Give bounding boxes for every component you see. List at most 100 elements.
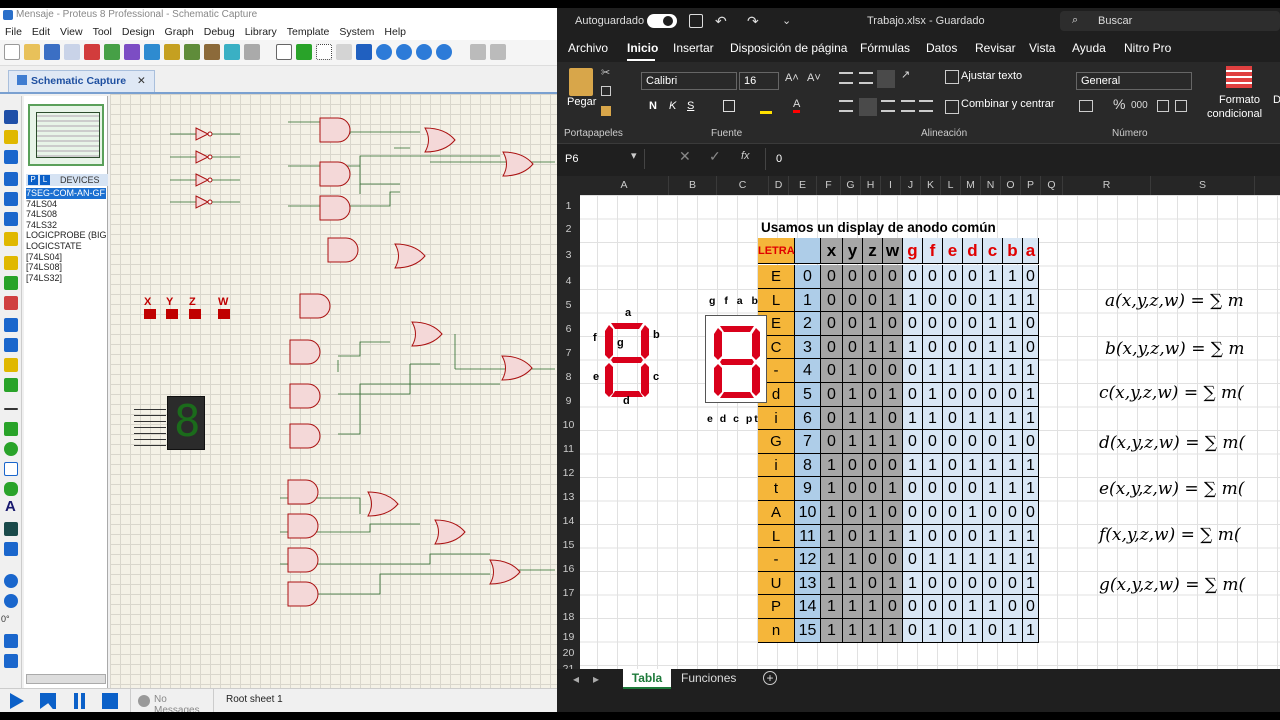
ribbon-tab-datos[interactable]: Datos xyxy=(926,34,957,62)
graph-icon[interactable] xyxy=(4,296,18,310)
voltage-probe-icon[interactable] xyxy=(4,358,18,372)
tab-schematic-capture[interactable]: Schematic Capture ✕ xyxy=(8,70,155,92)
table-cell[interactable]: 0 xyxy=(821,312,843,336)
row-header[interactable]: 20 xyxy=(557,645,580,661)
zoom-out-icon[interactable] xyxy=(396,44,412,60)
row-header[interactable]: 14 xyxy=(557,509,580,533)
table-cell[interactable]: 9 xyxy=(795,477,821,501)
currency-icon[interactable] xyxy=(1079,100,1093,112)
table-cell[interactable]: 0 xyxy=(963,571,983,596)
selection-mode-icon[interactable] xyxy=(4,110,18,124)
table-cell[interactable]: 0 xyxy=(903,383,923,407)
table-cell[interactable]: 1 xyxy=(1003,548,1023,572)
table-cell[interactable]: 0 xyxy=(923,430,943,454)
conditional-format-icon[interactable] xyxy=(1226,66,1252,88)
stop-icon[interactable] xyxy=(102,693,118,709)
table-cell[interactable]: 1 xyxy=(1023,619,1039,643)
table-cell[interactable]: 1 xyxy=(1023,359,1039,383)
table-cell[interactable]: 0 xyxy=(963,477,983,501)
table-cell[interactable]: 0 xyxy=(943,288,963,313)
table-cell[interactable]: 1 xyxy=(863,501,883,525)
table-cell[interactable]: 0 xyxy=(943,453,963,478)
table-cell[interactable]: 1 xyxy=(1003,524,1023,549)
column-header-g[interactable]: G xyxy=(841,176,861,195)
table-cell[interactable]: i xyxy=(758,406,795,431)
row-header[interactable]: 8 xyxy=(557,365,580,389)
cancel-icon[interactable]: ✕ xyxy=(679,148,691,165)
menu-debug[interactable]: Debug xyxy=(199,24,240,40)
table-cell[interactable]: 1 xyxy=(1003,477,1023,501)
table-cell[interactable]: 0 xyxy=(943,595,963,619)
table-cell[interactable]: 0 xyxy=(863,359,883,383)
table-cell[interactable]: 1 xyxy=(903,453,923,478)
table-cell[interactable]: 0 xyxy=(843,477,863,501)
table-cell[interactable]: 1 xyxy=(1003,453,1023,478)
table-cell[interactable]: 1 xyxy=(1003,359,1023,383)
menu-tool[interactable]: Tool xyxy=(88,24,117,40)
grow-font-icon[interactable]: A˄ xyxy=(785,72,799,84)
menu-template[interactable]: Template xyxy=(282,24,335,40)
table-cell[interactable]: 1 xyxy=(883,288,903,313)
logic-state-w[interactable] xyxy=(218,309,230,319)
table-cell[interactable]: 0 xyxy=(903,477,923,501)
table-cell[interactable]: 1 xyxy=(1023,453,1039,478)
table-cell[interactable]: 1 xyxy=(843,359,863,383)
help-icon[interactable] xyxy=(244,44,260,60)
menu-design[interactable]: Design xyxy=(117,24,160,40)
table-cell[interactable]: 0 xyxy=(943,571,963,596)
table-cell[interactable]: 1 xyxy=(883,524,903,549)
table-cell[interactable]: n xyxy=(758,619,795,643)
table-cell[interactable]: 0 xyxy=(903,359,923,383)
table-cell[interactable]: i xyxy=(758,453,795,478)
table-cell[interactable]: 1 xyxy=(903,406,923,431)
table-cell[interactable]: 0 xyxy=(843,312,863,336)
worksheet-grid[interactable]: Usamos un display de anodo común LETRA x y z… xyxy=(557,195,1280,669)
zoom-all-icon[interactable] xyxy=(416,44,432,60)
table-cell[interactable]: 1 xyxy=(1003,619,1023,643)
undo-icon[interactable]: ↶ xyxy=(715,8,727,34)
table-cell[interactable]: P xyxy=(758,595,795,619)
table-cell[interactable]: 1 xyxy=(1003,335,1023,360)
table-cell[interactable]: 0 xyxy=(963,524,983,549)
table-cell[interactable]: 0 xyxy=(1023,265,1039,289)
table-cell[interactable]: 1 xyxy=(1023,406,1039,431)
menu-view[interactable]: View xyxy=(55,24,88,40)
device-list-item[interactable]: 74LS08 xyxy=(26,209,106,220)
table-cell[interactable]: 0 xyxy=(795,265,821,289)
table-cell[interactable]: 1 xyxy=(843,548,863,572)
percent-icon[interactable]: % xyxy=(1113,96,1125,112)
table-cell[interactable]: 1 xyxy=(1023,477,1039,501)
column-header-n[interactable]: N xyxy=(981,176,1001,195)
enter-icon[interactable]: ✓ xyxy=(709,148,721,165)
copy-icon[interactable] xyxy=(601,86,611,96)
table-cell[interactable]: 15 xyxy=(795,619,821,643)
prev-sheet-icon[interactable]: ◂ xyxy=(573,672,579,686)
table-cell[interactable]: 1 xyxy=(983,524,1003,549)
column-header-p[interactable]: P xyxy=(1021,176,1041,195)
table-cell[interactable]: 1 xyxy=(1023,548,1039,572)
table-cell[interactable]: 0 xyxy=(1023,501,1039,525)
table-cell[interactable]: 1 xyxy=(963,406,983,431)
table-cell[interactable]: 0 xyxy=(963,312,983,336)
menu-library[interactable]: Library xyxy=(240,24,282,40)
table-cell[interactable]: 0 xyxy=(963,288,983,313)
table-cell[interactable]: 12 xyxy=(795,548,821,572)
table-cell[interactable]: L xyxy=(758,524,795,549)
mirror-x-icon[interactable] xyxy=(4,634,18,648)
messages-panel[interactable]: No Messages xyxy=(130,689,214,712)
table-cell[interactable]: 7 xyxy=(795,430,821,454)
line-icon[interactable] xyxy=(4,408,18,410)
insert-function-icon[interactable]: fx xyxy=(741,150,750,162)
table-cell[interactable]: 0 xyxy=(1023,335,1039,360)
borders-icon[interactable] xyxy=(723,100,735,112)
orientation-icon[interactable]: ↗ xyxy=(901,68,910,81)
table-cell[interactable]: 0 xyxy=(1003,501,1023,525)
row-header[interactable]: 4 xyxy=(557,269,580,293)
rotate-ccw-icon[interactable] xyxy=(4,594,18,608)
table-cell[interactable]: 0 xyxy=(983,619,1003,643)
table-cell[interactable]: 1 xyxy=(863,619,883,643)
table-cell[interactable]: 1 xyxy=(883,619,903,643)
3d-icon[interactable] xyxy=(224,44,240,60)
table-cell[interactable]: 0 xyxy=(883,453,903,478)
save-icon[interactable] xyxy=(44,44,60,60)
